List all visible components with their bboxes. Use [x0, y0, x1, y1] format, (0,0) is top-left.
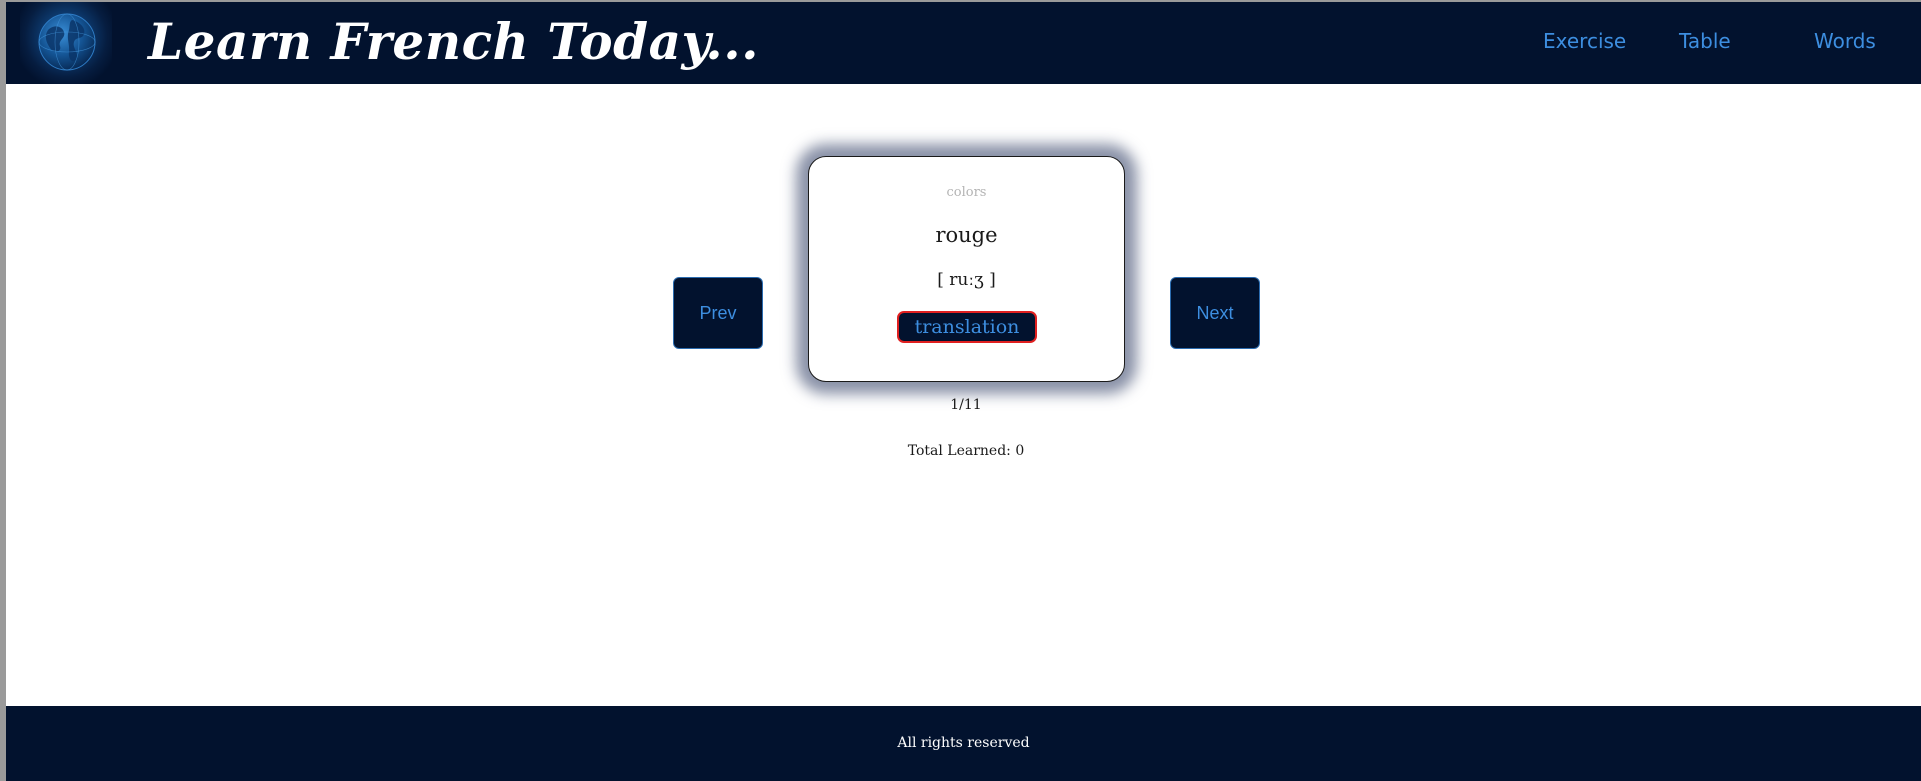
card-phonetic: [ ruːʒ ] — [937, 270, 996, 290]
nav-link-table[interactable]: Table — [1679, 28, 1731, 54]
site-footer: All rights reserved — [6, 706, 1921, 781]
translation-button[interactable]: translation — [897, 311, 1037, 343]
card-counter: 1/11 — [950, 397, 982, 413]
card-word: rouge — [935, 223, 998, 247]
footer-text: All rights reserved — [897, 735, 1030, 751]
card-category: colors — [946, 185, 987, 200]
globe-icon-graphic — [38, 13, 96, 71]
globe-icon — [20, 2, 112, 84]
total-learned: Total Learned: 0 — [907, 443, 1025, 459]
prev-button[interactable]: Prev — [673, 277, 763, 349]
flashcard: colors rouge [ ruːʒ ] translation — [808, 156, 1125, 382]
next-button[interactable]: Next — [1170, 277, 1260, 349]
site-title: Learn French Today... — [148, 12, 760, 71]
site-header: Learn French Today... Exercise Table Wor… — [6, 2, 1921, 84]
nav-link-words[interactable]: Words — [1814, 28, 1876, 54]
nav-link-exercise[interactable]: Exercise — [1543, 28, 1626, 54]
window-left-border — [0, 0, 6, 781]
